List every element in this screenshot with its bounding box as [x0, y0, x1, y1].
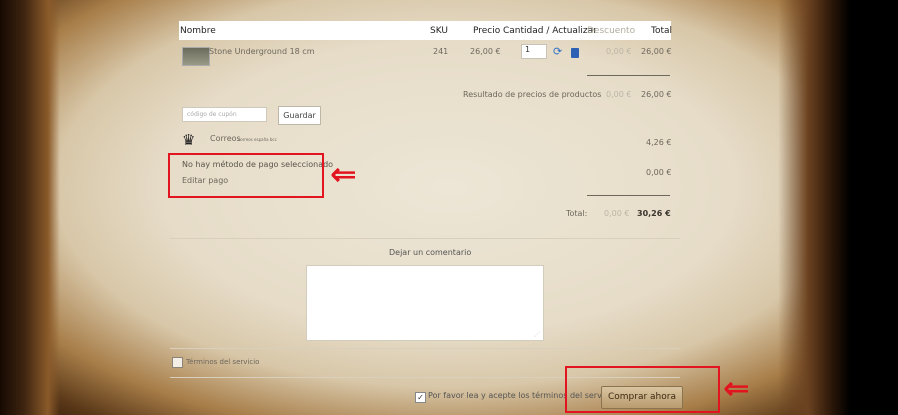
cart-table-header: Nombre SKU Precio Cantidad / Actualizar …: [179, 21, 673, 40]
buy-highlight-box: [565, 366, 720, 413]
quantity-input[interactable]: 1: [521, 44, 547, 59]
products-total: 26,00 €: [641, 90, 672, 99]
header-name: Nombre: [180, 26, 216, 36]
shipping-name[interactable]: Correos: [210, 134, 241, 143]
product-price: 26,00 €: [470, 47, 501, 56]
terms-checkbox[interactable]: ✓: [415, 392, 426, 403]
product-sku: 241: [433, 47, 449, 56]
document-icon[interactable]: [172, 357, 183, 368]
product-name-link[interactable]: Stone Underground 18 cm: [209, 47, 314, 56]
refresh-icon[interactable]: ⟳: [553, 45, 562, 58]
subtotal-divider: [587, 75, 670, 76]
products-discount: 0,00 €: [606, 90, 632, 99]
cart-content: Nombre SKU Precio Cantidad / Actualizar …: [0, 0, 898, 415]
product-thumbnail[interactable]: [182, 47, 210, 66]
terms-link[interactable]: Términos del servicio: [186, 358, 259, 366]
shipping-desc: correos españa bcc: [238, 137, 277, 142]
products-total-label: Resultado de precios de productos: [463, 90, 602, 99]
total-divider: [587, 195, 670, 196]
coupon-input[interactable]: código de cupón: [182, 107, 267, 122]
total-value: 30,26 €: [637, 209, 671, 218]
trash-icon[interactable]: [571, 48, 579, 58]
arrow-left-icon: ⇐: [330, 155, 357, 193]
arrow-left-icon-2: ⇐: [723, 369, 750, 407]
total-discount: 0,00 €: [604, 209, 630, 218]
coupon-save-button[interactable]: Guardar: [278, 106, 321, 125]
header-discount: Descuento: [587, 26, 636, 36]
comment-label: Dejar un comentario: [389, 248, 472, 257]
product-discount: 0,00 €: [606, 47, 632, 56]
payment-highlight-box: [168, 153, 324, 198]
total-label: Total:: [566, 209, 588, 218]
product-total: 26,00 €: [641, 47, 672, 56]
comment-textarea[interactable]: ⋰: [306, 265, 544, 341]
section-separator-2: [170, 348, 680, 349]
header-price: Precio: [473, 26, 501, 36]
resize-grip-icon[interactable]: ⋰: [534, 331, 540, 338]
header-total: Total: [651, 26, 673, 36]
shipping-value: 4,26 €: [646, 138, 672, 147]
payment-value: 0,00 €: [646, 168, 672, 177]
section-separator: [170, 238, 680, 239]
header-qty: Cantidad / Actualizar: [503, 26, 597, 36]
correos-logo-icon: ♛: [182, 131, 196, 149]
header-sku: SKU: [430, 26, 448, 36]
